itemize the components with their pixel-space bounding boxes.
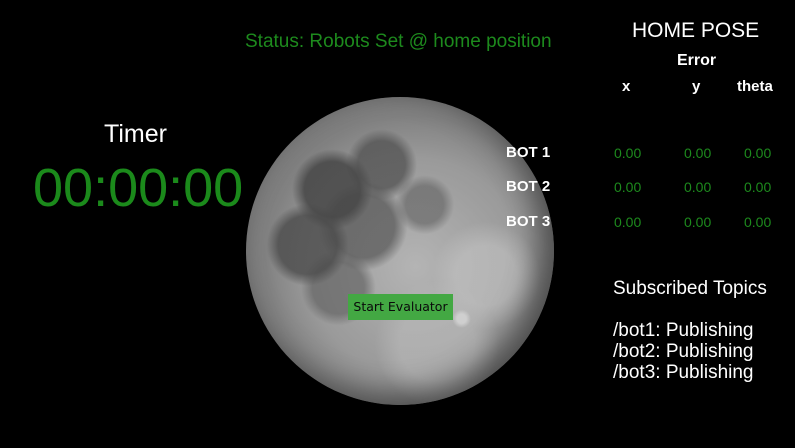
bot-1-label: BOT 1 <box>506 144 551 161</box>
column-header-y: y <box>692 78 701 95</box>
bot-2-error-x: 0.00 <box>614 179 642 195</box>
topic-bot1-status: /bot1: Publishing <box>613 320 754 341</box>
topic-bot3-status: /bot3: Publishing <box>613 362 754 383</box>
error-label: Error <box>677 52 717 69</box>
bot-3-error-y: 0.00 <box>684 214 712 230</box>
bot-2-error-theta: 0.00 <box>744 179 772 195</box>
topic-bot2-status: /bot2: Publishing <box>613 341 754 362</box>
bot-3-label: BOT 3 <box>506 213 551 230</box>
home-pose-title: HOME POSE <box>632 19 760 42</box>
start-evaluator-button[interactable]: Start Evaluator <box>348 294 453 320</box>
bot-2-label: BOT 2 <box>506 178 551 195</box>
timer-label: Timer <box>104 120 167 148</box>
bot-1-error-theta: 0.00 <box>744 145 772 161</box>
bot-3-error-x: 0.00 <box>614 214 642 230</box>
column-header-theta: theta <box>737 78 773 95</box>
bot-3-error-theta: 0.00 <box>744 214 772 230</box>
subscribed-topics-title: Subscribed Topics <box>613 278 767 299</box>
timer-value: 00:00:00 <box>33 158 244 218</box>
bot-1-error-y: 0.00 <box>684 145 712 161</box>
bot-2-error-y: 0.00 <box>684 179 712 195</box>
column-header-x: x <box>622 78 631 95</box>
status-text: Status: Robots Set @ home position <box>245 31 552 52</box>
bot-1-error-x: 0.00 <box>614 145 642 161</box>
